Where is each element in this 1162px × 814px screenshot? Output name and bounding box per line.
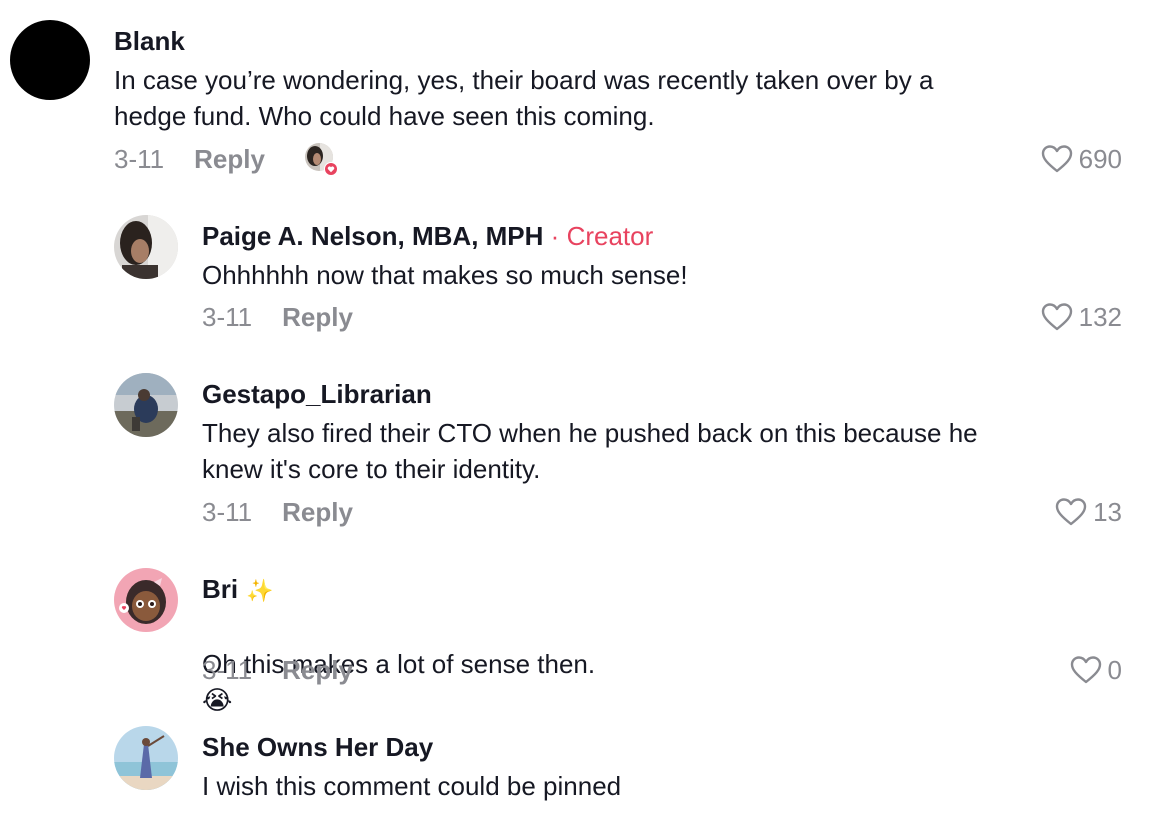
avatar-image bbox=[114, 726, 178, 790]
like-button[interactable]: 690 bbox=[1041, 144, 1122, 174]
comment-date: 3-11 bbox=[202, 302, 253, 332]
like-button[interactable]: 13 bbox=[1055, 497, 1122, 527]
like-count: 0 bbox=[1107, 655, 1122, 685]
avatar[interactable] bbox=[114, 373, 178, 437]
crying-face-icon: 😭 bbox=[202, 686, 233, 716]
like-count: 690 bbox=[1078, 144, 1122, 174]
reply-button[interactable]: Reply bbox=[282, 655, 353, 685]
comment-author[interactable]: Bri ✨ bbox=[202, 574, 274, 606]
comment-meta: 3-11 Reply bbox=[202, 497, 353, 527]
like-count: 13 bbox=[1093, 497, 1122, 527]
avatar-image bbox=[114, 568, 178, 632]
avatar-image bbox=[114, 373, 178, 437]
comment-author[interactable]: Paige A. Nelson, MBA, MPH · Creator bbox=[202, 221, 653, 251]
comment-meta: 3-11 Reply bbox=[114, 144, 265, 174]
creator-badge: Creator bbox=[566, 221, 654, 251]
avatar-image bbox=[114, 215, 178, 279]
heart-outline-icon bbox=[1070, 656, 1101, 684]
comment-author[interactable]: Gestapo_Librarian bbox=[202, 379, 432, 409]
like-button[interactable]: 132 bbox=[1041, 302, 1122, 332]
heart-outline-icon bbox=[1041, 145, 1072, 173]
reply-button[interactable]: Reply bbox=[282, 497, 353, 527]
sparkles-icon: ✨ bbox=[246, 578, 274, 603]
comment-date: 3-11 bbox=[202, 655, 253, 685]
comment-meta: 3-11 Reply bbox=[202, 302, 353, 332]
reply-button[interactable]: Reply bbox=[282, 302, 353, 332]
comment-date: 3-11 bbox=[114, 144, 165, 174]
comment-author[interactable]: She Owns Her Day bbox=[202, 732, 433, 762]
reply-button[interactable]: Reply bbox=[194, 144, 265, 174]
avatar[interactable] bbox=[10, 20, 90, 100]
avatar[interactable] bbox=[114, 568, 178, 632]
creator-liked-avatar bbox=[304, 142, 338, 176]
comment-text: In case you’re wondering, yes, their boa… bbox=[114, 65, 934, 131]
comment-text: I wish this comment could be pinned bbox=[202, 771, 622, 801]
like-button[interactable]: 0 bbox=[1070, 655, 1122, 685]
comment-date: 3-11 bbox=[202, 497, 253, 527]
avatar[interactable] bbox=[114, 215, 178, 279]
author-name[interactable]: Bri bbox=[202, 574, 238, 604]
creator-separator: · bbox=[550, 221, 560, 251]
like-count: 132 bbox=[1078, 302, 1122, 332]
heart-outline-icon bbox=[1055, 498, 1087, 526]
author-name[interactable]: Paige A. Nelson, MBA, MPH bbox=[202, 221, 543, 251]
comment-text: Ohhhhhh now that makes so much sense! bbox=[202, 260, 688, 290]
comment-author[interactable]: Blank bbox=[114, 26, 185, 56]
comment-text: They also fired their CTO when he pushed… bbox=[202, 418, 978, 484]
avatar[interactable] bbox=[114, 726, 178, 790]
creator-liked-icon bbox=[305, 143, 338, 176]
comment-meta: 3-11 Reply bbox=[202, 655, 353, 685]
heart-outline-icon bbox=[1041, 303, 1072, 331]
